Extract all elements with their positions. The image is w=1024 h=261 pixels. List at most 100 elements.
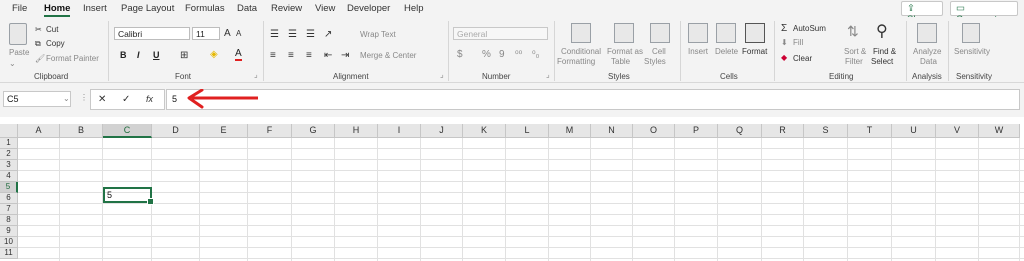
conditional-formatting-icon[interactable]	[571, 23, 591, 43]
format-as-table-icon[interactable]	[614, 23, 634, 43]
merge-center-button[interactable]: Merge & Center	[360, 51, 416, 60]
top-align-icon[interactable]: ☰	[270, 29, 279, 40]
selected-cell[interactable]: 5	[103, 187, 154, 205]
analysis-group-label: Analysis	[912, 72, 942, 81]
find-select-label-2[interactable]: Select	[871, 57, 893, 66]
menu-home[interactable]: Home	[44, 3, 70, 14]
delete-cells-button[interactable]: Delete	[715, 47, 738, 56]
decrease-indent-icon[interactable]: ⇤	[324, 50, 332, 61]
menu-page-layout[interactable]: Page Layout	[121, 3, 174, 14]
name-box-dropdown-icon[interactable]: ⌄	[63, 94, 70, 103]
font-size-select[interactable]: 11	[192, 27, 220, 40]
name-box[interactable]: C5	[3, 91, 71, 107]
clipboard-group-label: Clipboard	[34, 72, 69, 81]
grow-font-icon[interactable]: A	[224, 28, 231, 39]
menu-developer[interactable]: Developer	[347, 3, 390, 14]
bold-button[interactable]: B	[120, 50, 127, 60]
menu-review[interactable]: Review	[271, 3, 302, 14]
format-as-table-label-2[interactable]: Table	[611, 57, 630, 66]
format-cells-icon[interactable]	[745, 23, 765, 43]
insert-cells-icon[interactable]	[688, 23, 708, 43]
format-as-table-label[interactable]: Format as	[607, 47, 643, 56]
align-center-icon[interactable]: ≡	[288, 50, 294, 61]
sort-filter-label[interactable]: Sort &	[844, 47, 866, 56]
formula-input[interactable]: 5	[166, 89, 1020, 110]
formula-bar-grip-icon: ⋮	[80, 93, 88, 102]
menu-view[interactable]: View	[315, 3, 335, 14]
wrap-text-button[interactable]: Wrap Text	[360, 30, 396, 39]
ribbon: Paste ⌄ ✂ Cut ⧉ Copy 🖌 Format Painter Cl…	[0, 17, 1024, 83]
analyze-data-label-2[interactable]: Data	[920, 57, 937, 66]
comments-button[interactable]: ▭ Comments	[950, 1, 1018, 25]
formula-bar: C5 ⌄ ⋮ ✕ ✓ fx 5	[0, 83, 1024, 117]
fill-button[interactable]: Fill	[793, 38, 803, 47]
paste-icon[interactable]	[9, 23, 27, 45]
menu-formulas[interactable]: Formulas	[185, 3, 225, 14]
format-cells-button[interactable]: Format	[742, 47, 767, 56]
sensitivity-button[interactable]: Sensitivity	[954, 47, 990, 56]
menu-file[interactable]: File	[12, 3, 27, 14]
paste-label[interactable]: Paste	[9, 48, 29, 57]
bottom-align-icon[interactable]: ☰	[306, 29, 315, 40]
menu-help[interactable]: Help	[404, 3, 424, 14]
format-painter-button[interactable]: Format Painter	[46, 54, 99, 63]
separator	[948, 21, 949, 81]
number-format-select[interactable]: General	[453, 27, 548, 40]
number-group-label: Number	[482, 72, 511, 81]
styles-group-label: Styles	[608, 72, 630, 81]
conditional-formatting-label[interactable]: Conditional	[561, 47, 601, 56]
fill-color-icon[interactable]: ◈	[210, 49, 218, 60]
conditional-formatting-label-2[interactable]: Formatting	[557, 57, 595, 66]
shrink-font-icon[interactable]: A	[236, 29, 241, 38]
font-family-select[interactable]: Calibri	[114, 27, 190, 40]
alignment-group-label: Alignment	[333, 72, 369, 81]
clear-button[interactable]: Clear	[793, 54, 812, 63]
delete-cells-icon[interactable]	[716, 23, 736, 43]
decrease-decimal-icon[interactable]: ⁰₀	[532, 49, 539, 60]
insert-cells-button[interactable]: Insert	[688, 47, 708, 56]
analyze-data-icon[interactable]	[917, 23, 937, 43]
cells-group-label: Cells	[720, 72, 738, 81]
sensitivity-icon[interactable]	[962, 23, 980, 43]
copy-button[interactable]: Copy	[46, 39, 65, 48]
enter-icon[interactable]: ✓	[122, 94, 130, 105]
menu-bar: File Home Insert Page Layout Formulas Da…	[0, 0, 1024, 25]
cut-button[interactable]: Cut	[46, 25, 58, 34]
align-right-icon[interactable]: ≡	[306, 50, 312, 61]
clear-icon: ◆	[781, 53, 788, 62]
find-select-label[interactable]: Find &	[873, 47, 896, 56]
alignment-dialog-launcher-icon[interactable]: ⌟	[440, 70, 444, 79]
cell-styles-label-2[interactable]: Styles	[644, 57, 666, 66]
font-color-icon[interactable]: A	[235, 48, 242, 61]
increase-decimal-icon[interactable]: ⁰⁰	[515, 49, 522, 60]
italic-button[interactable]: I	[137, 50, 140, 60]
separator	[906, 21, 907, 81]
share-button[interactable]: ⇪ Share	[901, 1, 943, 25]
insert-function-icon[interactable]: fx	[146, 94, 153, 104]
font-dialog-launcher-icon[interactable]: ⌟	[254, 70, 258, 79]
spreadsheet-grid[interactable]: ABCDEFGHIJKLMNOPQRSTUVW 1 2 3 4 5 6 7 8 9 10 11 5	[0, 117, 1024, 261]
menu-data[interactable]: Data	[237, 3, 257, 14]
currency-button[interactable]: $	[457, 49, 463, 60]
separator	[448, 21, 449, 81]
paste-dropdown-icon[interactable]: ⌄	[9, 59, 16, 68]
sort-filter-label-2[interactable]: Filter	[845, 57, 863, 66]
percent-button[interactable]: %	[482, 49, 491, 60]
cell-styles-label[interactable]: Cell	[652, 47, 666, 56]
analyze-data-label[interactable]: Analyze	[913, 47, 941, 56]
borders-icon[interactable]: ⊞	[180, 50, 188, 61]
align-left-icon[interactable]: ≡	[270, 50, 276, 61]
increase-indent-icon[interactable]: ⇥	[341, 50, 349, 61]
sort-filter-icon[interactable]: ⇅	[847, 23, 859, 40]
menu-insert[interactable]: Insert	[83, 3, 107, 14]
orientation-icon[interactable]: ↗	[324, 29, 332, 40]
comma-button[interactable]: 9	[499, 49, 505, 60]
copy-icon: ⧉	[35, 39, 41, 48]
number-dialog-launcher-icon[interactable]: ⌟	[546, 70, 550, 79]
underline-button[interactable]: U	[153, 50, 160, 60]
cancel-icon[interactable]: ✕	[98, 94, 106, 105]
autosum-button[interactable]: AutoSum	[793, 24, 826, 33]
cell-styles-icon[interactable]	[650, 23, 670, 43]
middle-align-icon[interactable]: ☰	[288, 29, 297, 40]
find-select-icon[interactable]: ⚲	[876, 21, 888, 41]
